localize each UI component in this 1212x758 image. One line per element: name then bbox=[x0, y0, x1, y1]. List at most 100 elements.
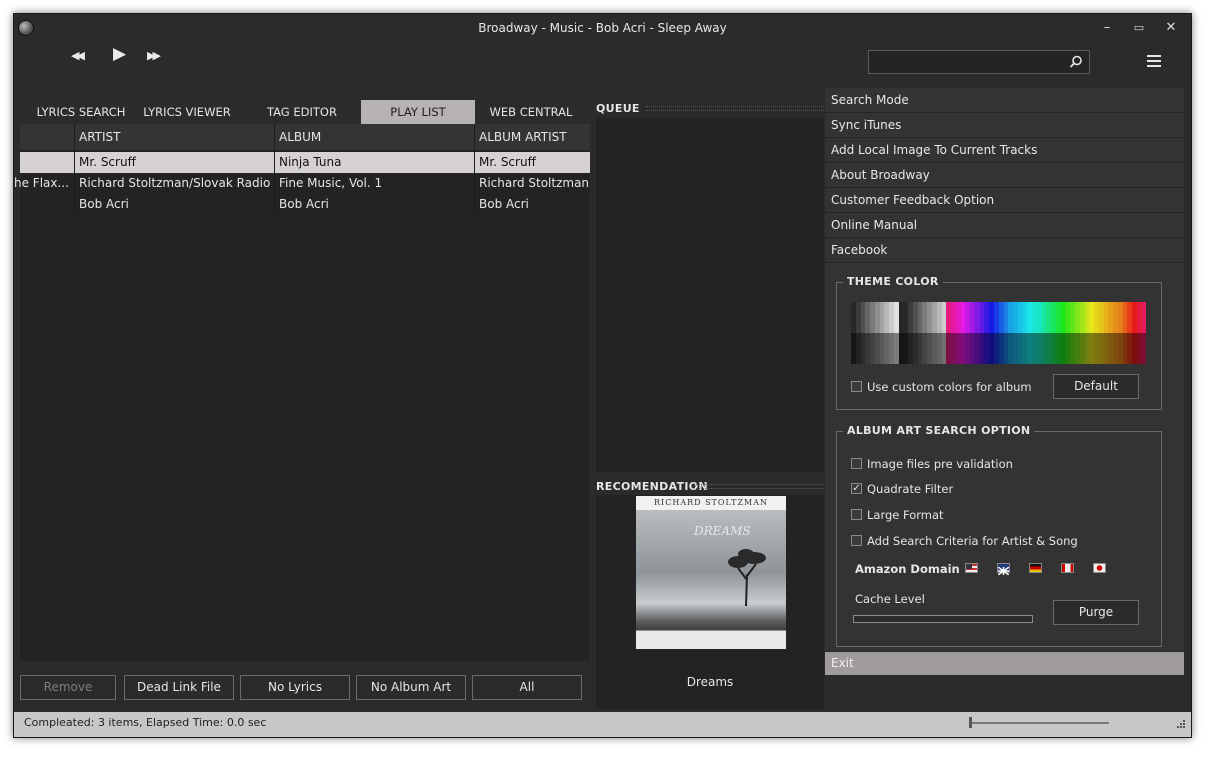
recommendation-divider bbox=[696, 484, 824, 489]
playlist-table: ARTIST ALBUM ALBUM ARTIST Mr. Scruff Nin… bbox=[14, 124, 590, 661]
album-art-search-group: ALBUM ART SEARCH OPTION Image files pre … bbox=[836, 424, 1162, 647]
options-panel: THEME COLOR Use custom colors for album … bbox=[825, 263, 1184, 651]
jp-flag-icon[interactable] bbox=[1093, 563, 1106, 573]
cell-album-artist: Bob Acri bbox=[474, 194, 590, 215]
table-header: ARTIST ALBUM ALBUM ARTIST bbox=[20, 124, 590, 150]
image-pre-validation-checkbox[interactable]: Image files pre validation bbox=[851, 457, 1013, 473]
custom-colors-label: Use custom colors for album bbox=[867, 380, 1032, 394]
cell-title bbox=[20, 194, 74, 215]
recommendation-label: RECOMENDATION bbox=[596, 480, 708, 493]
tree-illustration bbox=[728, 549, 766, 607]
queue-divider bbox=[646, 106, 824, 111]
palette-swatch[interactable] bbox=[1141, 302, 1147, 364]
cell-album: Ninja Tuna bbox=[274, 152, 474, 173]
column-header-album[interactable]: ALBUM bbox=[274, 124, 474, 150]
column-header-artist[interactable]: ARTIST bbox=[74, 124, 274, 150]
volume-slider-handle[interactable] bbox=[969, 717, 972, 728]
hamburger-menu-icon[interactable] bbox=[1147, 55, 1161, 67]
rewind-button[interactable]: ◀◀ bbox=[71, 47, 85, 65]
checkbox-box[interactable] bbox=[851, 458, 862, 469]
tab-bar: LYRICS SEARCH LYRICS VIEWER TAG EDITOR P… bbox=[20, 100, 590, 124]
maximize-button[interactable]: ▭ bbox=[1130, 20, 1148, 36]
all-button[interactable]: All bbox=[472, 675, 582, 700]
checkbox-box[interactable] bbox=[851, 535, 862, 546]
menu-item-sync-itunes[interactable]: Sync iTunes bbox=[825, 113, 1184, 138]
album-cover-artist: RICHARD STOLTZMAN bbox=[654, 498, 768, 507]
cell-album-artist: Mr. Scruff bbox=[474, 152, 590, 173]
default-button[interactable]: Default bbox=[1053, 374, 1139, 399]
menu-item-search-mode[interactable]: Search Mode bbox=[825, 88, 1184, 113]
checkbox-box[interactable] bbox=[851, 509, 862, 520]
cell-album-artist: Richard Stoltzman bbox=[474, 173, 590, 194]
cell-album: Fine Music, Vol. 1 bbox=[274, 173, 474, 194]
queue-list[interactable] bbox=[596, 118, 824, 472]
resize-grip-icon[interactable] bbox=[1177, 720, 1185, 728]
no-album-art-button[interactable]: No Album Art bbox=[356, 675, 466, 700]
settings-menu: Search Mode Sync iTunes Add Local Image … bbox=[825, 88, 1184, 263]
add-search-criteria-label: Add Search Criteria for Artist & Song bbox=[867, 534, 1078, 548]
ca-flag-icon[interactable] bbox=[1061, 563, 1074, 573]
color-palette[interactable] bbox=[851, 302, 1147, 364]
album-caption[interactable]: Dreams bbox=[596, 675, 824, 689]
checkbox-box[interactable] bbox=[851, 381, 862, 392]
uk-flag-icon[interactable] bbox=[997, 563, 1010, 576]
no-lyrics-button[interactable]: No Lyrics bbox=[240, 675, 350, 700]
menu-item-online-manual[interactable]: Online Manual bbox=[825, 213, 1184, 238]
menu-item-about[interactable]: About Broadway bbox=[825, 163, 1184, 188]
column-header-title[interactable] bbox=[20, 124, 74, 150]
cache-level-progress bbox=[853, 615, 1033, 623]
status-text: Compleated: 3 items, Elapsed Time: 0.0 s… bbox=[24, 716, 267, 729]
window-title: Broadway - Music - Bob Acri - Sleep Away bbox=[478, 21, 727, 35]
tab-web-central[interactable]: WEB CENTRAL bbox=[486, 100, 576, 124]
tab-play-list[interactable]: PLAY LIST bbox=[361, 100, 475, 124]
album-cover-image[interactable]: RICHARD STOLTZMAN DREAMS bbox=[636, 496, 786, 649]
table-row[interactable]: he Flax... Richard Stoltzman/Slovak Radi… bbox=[14, 173, 590, 194]
cell-artist: Bob Acri bbox=[74, 194, 274, 215]
table-row[interactable]: Bob Acri Bob Acri Bob Acri bbox=[20, 194, 590, 215]
cell-album: Bob Acri bbox=[274, 194, 474, 215]
volume-slider[interactable] bbox=[971, 722, 1109, 724]
app-window: Broadway - Music - Bob Acri - Sleep Away… bbox=[13, 13, 1192, 738]
minimize-button[interactable]: – bbox=[1098, 20, 1116, 36]
search-input[interactable] bbox=[868, 50, 1090, 74]
play-button[interactable]: ▶ bbox=[113, 45, 126, 63]
tab-lyrics-viewer[interactable]: LYRICS VIEWER bbox=[139, 100, 235, 124]
add-search-criteria-checkbox[interactable]: Add Search Criteria for Artist & Song bbox=[851, 534, 1078, 550]
queue-label: QUEUE bbox=[596, 102, 640, 115]
checkmark-icon[interactable]: ✓ bbox=[851, 483, 862, 494]
de-flag-icon[interactable] bbox=[1029, 563, 1042, 573]
theme-color-title: THEME COLOR bbox=[843, 275, 943, 288]
tab-lyrics-search[interactable]: LYRICS SEARCH bbox=[25, 100, 137, 124]
search-icon[interactable] bbox=[1069, 55, 1083, 69]
exit-button[interactable]: Exit bbox=[825, 652, 1184, 675]
amazon-domain-flags bbox=[965, 563, 1106, 576]
dead-link-file-button[interactable]: Dead Link File bbox=[124, 675, 234, 700]
title-bar: Broadway - Music - Bob Acri - Sleep Away… bbox=[14, 14, 1191, 42]
table-row[interactable]: Mr. Scruff Ninja Tuna Mr. Scruff bbox=[20, 152, 590, 173]
close-button[interactable]: ✕ bbox=[1162, 20, 1180, 36]
album-art-search-title: ALBUM ART SEARCH OPTION bbox=[843, 424, 1035, 437]
fast-forward-button[interactable]: ▶▶ bbox=[147, 47, 161, 65]
tab-tag-editor[interactable]: TAG EDITOR bbox=[252, 100, 352, 124]
menu-item-facebook[interactable]: Facebook bbox=[825, 238, 1184, 263]
cell-artist: Mr. Scruff bbox=[74, 152, 274, 173]
cache-level-label: Cache Level bbox=[855, 592, 925, 606]
column-header-album-artist[interactable]: ALBUM ARTIST bbox=[474, 124, 590, 150]
recommendation-panel: RICHARD STOLTZMAN DREAMS Dreams bbox=[596, 495, 824, 709]
purge-button[interactable]: Purge bbox=[1053, 600, 1139, 625]
cell-title: he Flax... bbox=[14, 176, 69, 190]
image-pre-validation-label: Image files pre validation bbox=[867, 457, 1013, 471]
menu-item-customer-feedback[interactable]: Customer Feedback Option bbox=[825, 188, 1184, 213]
theme-color-group: THEME COLOR Use custom colors for album … bbox=[836, 275, 1162, 410]
status-bar: Compleated: 3 items, Elapsed Time: 0.0 s… bbox=[14, 712, 1191, 737]
cell-title bbox=[20, 152, 74, 173]
album-cover-title: DREAMS bbox=[694, 524, 751, 538]
custom-colors-checkbox[interactable]: Use custom colors for album bbox=[851, 380, 1032, 396]
large-format-checkbox[interactable]: Large Format bbox=[851, 508, 944, 524]
remove-button[interactable]: Remove bbox=[20, 675, 116, 700]
us-flag-icon[interactable] bbox=[965, 563, 978, 573]
large-format-label: Large Format bbox=[867, 508, 944, 522]
quadrate-filter-checkbox[interactable]: ✓ Quadrate Filter bbox=[851, 482, 953, 498]
quadrate-filter-label: Quadrate Filter bbox=[867, 482, 954, 496]
menu-item-add-local-image[interactable]: Add Local Image To Current Tracks bbox=[825, 138, 1184, 163]
